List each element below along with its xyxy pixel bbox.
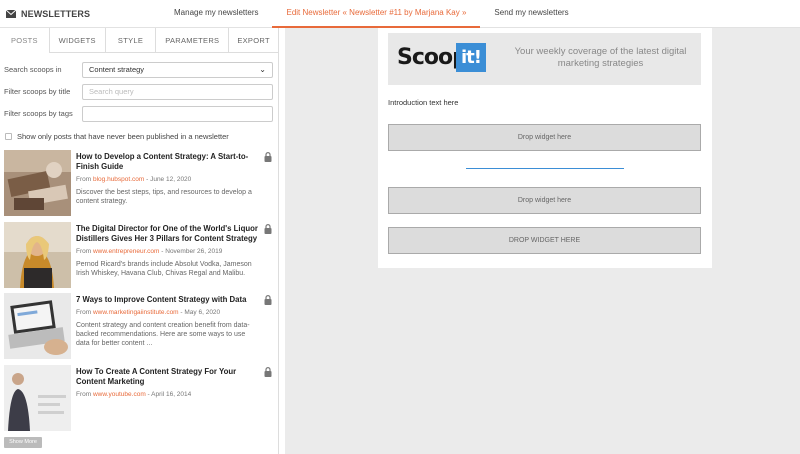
post-item[interactable]: How to Develop a Content Strategy: A Sta…	[4, 150, 274, 218]
post-from: From	[76, 176, 92, 183]
post-item[interactable]: 7 Ways to Improve Content Strategy with …	[4, 293, 274, 361]
tab-widgets[interactable]: WIDGETS	[50, 28, 106, 53]
post-meta: From blog.hubspot.com - June 12, 2020	[76, 176, 258, 183]
newsletter-banner[interactable]: Scoop. it! Your weekly coverage of the l…	[388, 33, 701, 85]
top-bar: NEWSLETTERS Manage my newsletters Edit N…	[0, 0, 800, 28]
post-description: Pernod Ricard's brands include Absolut V…	[76, 261, 252, 277]
post-description: Discover the best steps, tips, and resou…	[76, 189, 252, 205]
post-body: How to Develop a Content Strategy: A Sta…	[76, 152, 258, 206]
post-source-link[interactable]: www.youtube.com	[93, 391, 146, 398]
show-more-button[interactable]: Show More	[4, 437, 42, 448]
filter-title-label: Filter scoops by title	[4, 87, 71, 96]
lock-icon[interactable]	[264, 152, 272, 162]
filter-tags-input[interactable]	[82, 105, 273, 122]
post-from: From	[76, 309, 92, 316]
tab-export[interactable]: EXPORT	[229, 28, 278, 53]
post-date: - May 6, 2020	[180, 309, 221, 316]
app-title-label: NEWSLETTERS	[21, 9, 91, 19]
filter-title-input[interactable]: Search query	[82, 83, 273, 100]
chevron-down-icon: ⌄	[259, 65, 266, 74]
lock-icon[interactable]	[264, 367, 272, 377]
lock-icon[interactable]	[264, 224, 272, 234]
editor-area: Scoop. it! Your weekly coverage of the l…	[285, 28, 800, 454]
post-title[interactable]: How To Create A Content Strategy For You…	[76, 367, 258, 387]
unpublished-only-label: Show only posts that have never been pub…	[17, 132, 229, 141]
filter-tags-row: Filter scoops by tags	[4, 105, 274, 122]
post-thumbnail[interactable]	[4, 150, 71, 216]
post-from: From	[76, 391, 92, 398]
nav-send-newsletters[interactable]: Send my newsletters	[480, 0, 582, 28]
search-in-label: Search scoops in	[4, 65, 62, 74]
widget-drop-zone[interactable]: Drop widget here	[388, 187, 701, 214]
post-meta: From www.entrepreneur.com - November 26,…	[76, 248, 258, 255]
app-title: NEWSLETTERS	[6, 9, 90, 19]
post-meta: From www.youtube.com - April 16, 2014	[76, 391, 258, 398]
nav-edit-newsletter[interactable]: Edit Newsletter « Newsletter #11 by Marj…	[272, 0, 481, 28]
post-date: - June 12, 2020	[146, 176, 192, 183]
post-item[interactable]: How To Create A Content Strategy For You…	[4, 365, 274, 433]
newsletter-canvas: Scoop. it! Your weekly coverage of the l…	[378, 28, 712, 268]
panel-tabs: POSTS WIDGETS STYLE PARAMETERS EXPORT	[0, 28, 278, 53]
unpublished-only-row: Show only posts that have never been pub…	[5, 132, 229, 141]
mail-icon	[6, 10, 16, 18]
left-panel: POSTS WIDGETS STYLE PARAMETERS EXPORT Se…	[0, 28, 279, 454]
lock-icon[interactable]	[264, 295, 272, 305]
post-thumbnail[interactable]	[4, 293, 71, 359]
logo-badge: it!	[456, 43, 486, 72]
post-body: The Digital Director for One of the Worl…	[76, 224, 258, 278]
filter-title-row: Filter scoops by title Search query	[4, 83, 274, 100]
post-date: - November 26, 2019	[161, 248, 223, 255]
post-description: Content strategy and content creation be…	[76, 322, 250, 347]
widget-drop-zone[interactable]: Drop widget here	[388, 124, 701, 151]
post-title[interactable]: How to Develop a Content Strategy: A Sta…	[76, 152, 258, 172]
newsletter-tagline: Your weekly coverage of the latest digit…	[514, 46, 687, 69]
post-meta: From www.marketingaiinstitute.com - May …	[76, 309, 258, 316]
filter-tags-label: Filter scoops by tags	[4, 109, 73, 118]
post-thumbnail[interactable]	[4, 365, 71, 431]
widget-drop-zone[interactable]: DROP WIDGET HERE	[388, 227, 701, 254]
post-date: - April 16, 2014	[147, 391, 192, 398]
tab-parameters[interactable]: PARAMETERS	[156, 28, 230, 53]
tab-posts[interactable]: POSTS	[0, 28, 50, 53]
post-source-link[interactable]: blog.hubspot.com	[93, 176, 144, 183]
filter-search-in-row: Search scoops in Content strategy ⌄	[4, 61, 274, 78]
post-item[interactable]: The Digital Director for One of the Worl…	[4, 222, 274, 290]
post-title[interactable]: 7 Ways to Improve Content Strategy with …	[76, 295, 258, 305]
search-in-value: Content strategy	[89, 65, 145, 74]
tab-style[interactable]: STYLE	[106, 28, 157, 53]
filter-title-placeholder: Search query	[89, 87, 134, 96]
post-from: From	[76, 248, 92, 255]
post-body: How To Create A Content Strategy For You…	[76, 367, 258, 398]
post-body: 7 Ways to Improve Content Strategy with …	[76, 295, 258, 348]
post-source-link[interactable]: www.entrepreneur.com	[93, 248, 159, 255]
divider-line	[466, 168, 624, 169]
search-in-select[interactable]: Content strategy ⌄	[82, 61, 273, 78]
post-source-link[interactable]: www.marketingaiinstitute.com	[93, 309, 179, 316]
nav-manage-newsletters[interactable]: Manage my newsletters	[160, 0, 272, 28]
intro-text[interactable]: Introduction text here	[388, 98, 458, 107]
post-title[interactable]: The Digital Director for One of the Worl…	[76, 224, 258, 244]
top-nav: Manage my newsletters Edit Newsletter « …	[160, 0, 583, 28]
post-thumbnail[interactable]	[4, 222, 71, 288]
unpublished-only-checkbox[interactable]	[5, 133, 12, 140]
